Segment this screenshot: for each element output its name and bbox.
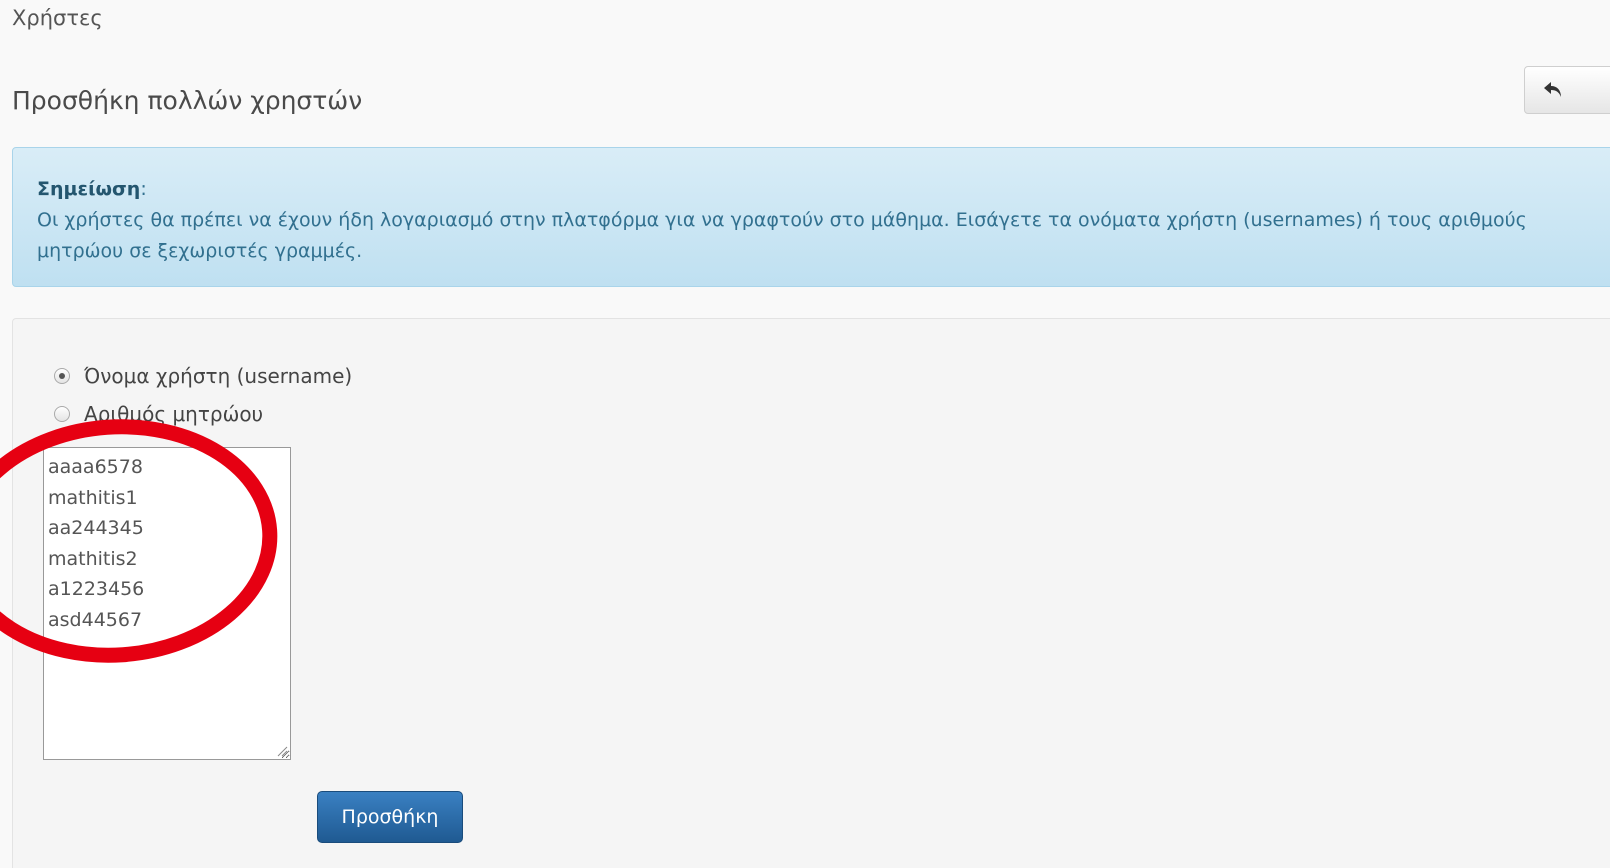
add-users-button[interactable]: Προσθήκη [317, 791, 463, 843]
radio-option-registry-number[interactable]: Αριθμός μητρώου [54, 402, 263, 426]
radio-username-label: Όνομα χρήστη (username) [84, 364, 353, 388]
breadcrumb[interactable]: Χρήστες [12, 6, 103, 30]
radio-option-username[interactable]: Όνομα χρήστη (username) [54, 364, 352, 388]
note-separator: : [140, 178, 147, 200]
user-list-line: mathitis2 [48, 547, 138, 570]
radio-registry-number[interactable] [54, 406, 70, 422]
user-list-line: aaaa6578 [48, 456, 143, 478]
user-list-line: mathitis1 [48, 486, 138, 509]
note-label: Σημείωση [37, 178, 141, 200]
radio-registry-number-label: Αριθμός μητρώου [84, 402, 264, 426]
page-title: Προσθήκη πολλών χρηστών [12, 86, 363, 115]
radio-username[interactable] [54, 368, 70, 384]
user-list-textarea[interactable]: aaaa6578 mathitis1 aa244345 mathitis2 a1… [43, 447, 291, 760]
user-list-line: a1223456 [48, 578, 145, 600]
info-alert: Σημείωση: Οι χρήστες θα πρέπει να έχουν … [12, 147, 1610, 287]
user-list-line: aa244345 [48, 517, 144, 539]
user-list-line: asd44567 [48, 608, 143, 631]
note-text: Οι χρήστες θα πρέπει να έχουν ήδη λογαρι… [37, 209, 1527, 262]
page: Χρήστες Προσθήκη πολλών χρηστών Σημείωση… [0, 0, 1610, 868]
resize-grip-icon[interactable] [276, 745, 288, 757]
undo-arrow-icon [1544, 82, 1561, 97]
back-button[interactable] [1524, 66, 1610, 114]
